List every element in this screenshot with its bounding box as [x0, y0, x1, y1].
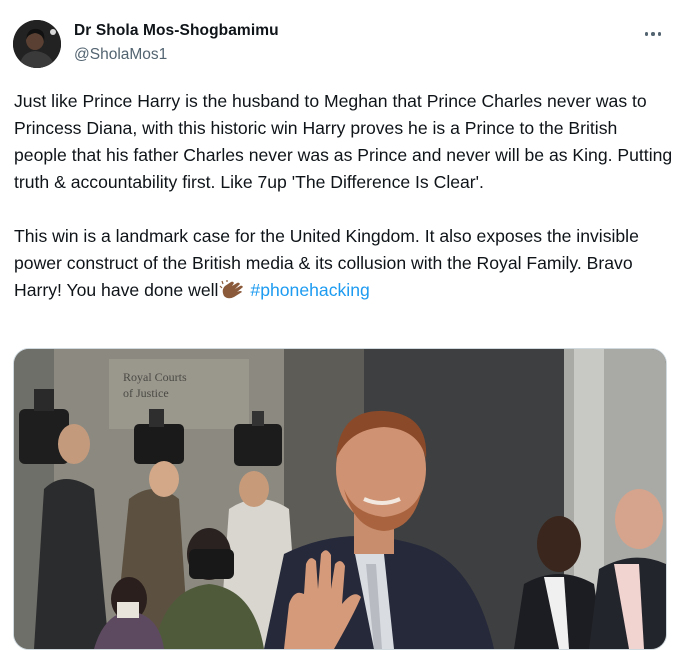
sign-line-2: of Justice: [123, 386, 169, 400]
more-options-icon[interactable]: [640, 26, 666, 42]
avatar[interactable]: [13, 20, 61, 68]
author-block: Dr Shola Mos-Shogbamimu @SholaMos1: [74, 22, 279, 64]
author-handle[interactable]: @SholaMos1: [74, 46, 279, 64]
sign-line-1: Royal Courts: [123, 370, 187, 384]
clapping-hands-icon: [219, 280, 244, 299]
tweet-photo[interactable]: Royal Courts of Justice: [13, 348, 667, 650]
avatar-image: [13, 20, 61, 68]
author-display-name[interactable]: Dr Shola Mos-Shogbamimu: [74, 22, 279, 40]
tweet-text: Just like Prince Harry is the husband to…: [14, 88, 674, 304]
tweet-card[interactable]: Dr Shola Mos-Shogbamimu @SholaMos1 Just …: [0, 0, 700, 650]
hashtag-link[interactable]: #phonehacking: [250, 280, 369, 300]
tweet-paragraph-2: This win is a landmark case for the Unit…: [14, 223, 674, 304]
photo-scene: Royal Courts of Justice: [14, 349, 666, 649]
tweet-paragraph-1: Just like Prince Harry is the husband to…: [14, 91, 673, 192]
